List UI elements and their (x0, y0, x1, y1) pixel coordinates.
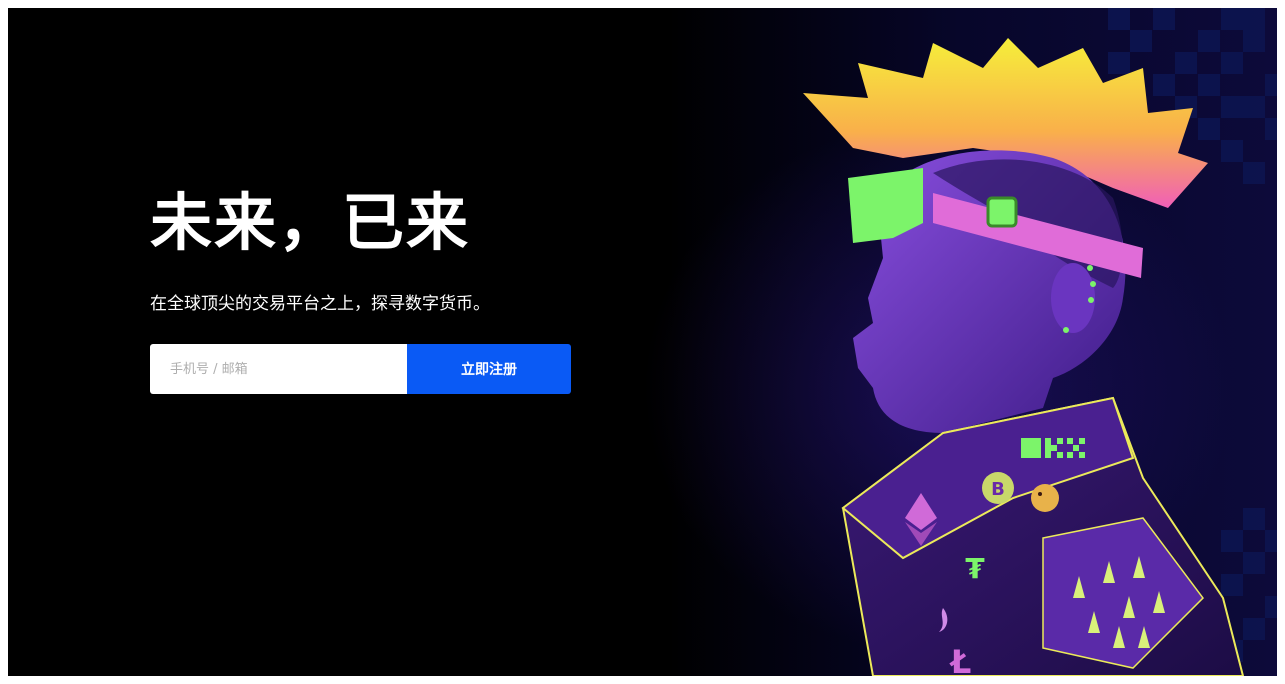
hero-subtitle: 在全球顶尖的交易平台之上，探寻数字货币。 (150, 294, 490, 314)
svg-text:₮: ₮ (965, 552, 985, 585)
tether-icon: ₮ (965, 552, 985, 585)
litecoin-icon: Ł (949, 643, 972, 676)
signup-form: 立即注册 (150, 344, 571, 394)
cyberpunk-character-illustration: B ₮ Ł (803, 38, 1245, 676)
svg-text:Ł: Ł (949, 643, 972, 676)
svg-text:B: B (991, 479, 1005, 500)
ear (1051, 263, 1095, 333)
dogecoin-icon (1031, 484, 1059, 512)
phone-email-input[interactable] (150, 344, 407, 394)
register-button[interactable]: 立即注册 (407, 344, 571, 394)
hero-headline: 未来，已来 (150, 186, 471, 259)
bitcoin-icon: B (982, 472, 1014, 504)
goggle-buckle (986, 196, 1018, 228)
hero-banner: B ₮ Ł 未来，已来 在全球顶尖的交易平台之上，探寻数字货币。 立即注册 (8, 8, 1277, 676)
